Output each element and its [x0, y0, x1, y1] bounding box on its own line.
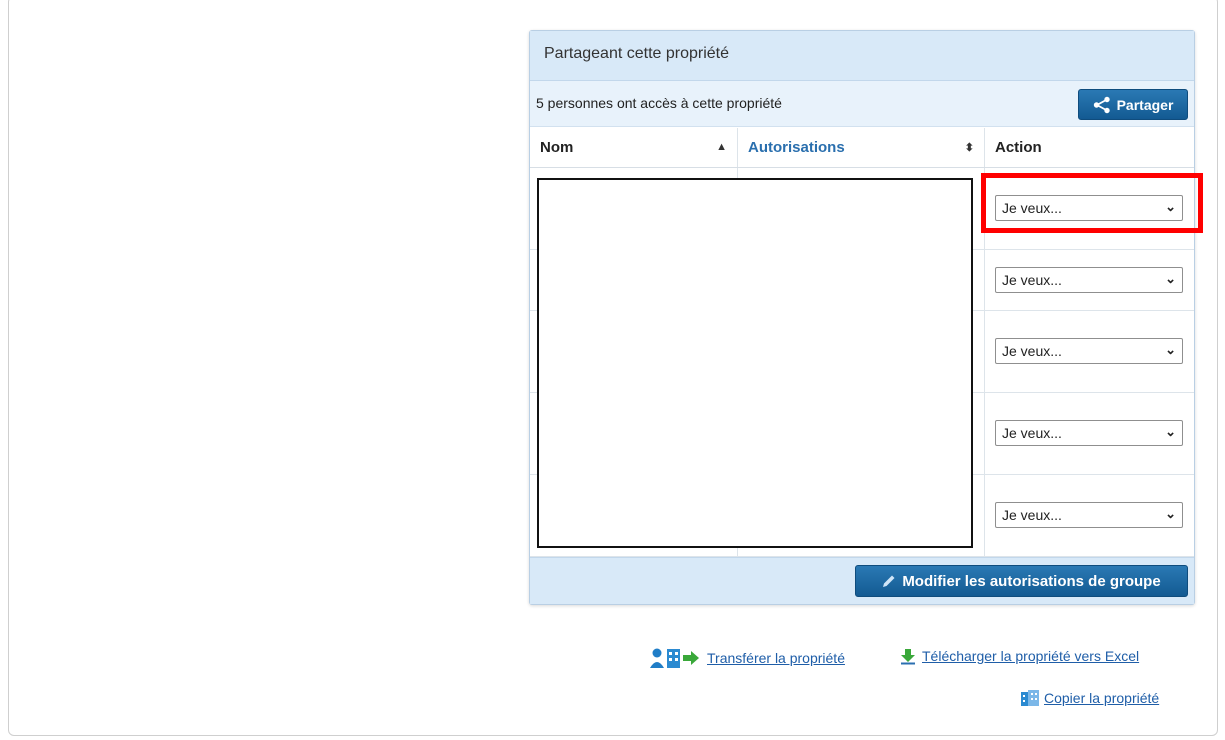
copy-property-link[interactable]: Copier la propriété: [1044, 690, 1159, 706]
sort-asc-icon: ▲: [716, 141, 727, 153]
action-dropdown-value: Je veux...: [1002, 272, 1062, 288]
share-button[interactable]: Partager: [1078, 89, 1188, 120]
action-dropdown-value: Je veux...: [1002, 343, 1062, 359]
redacted-area: [537, 178, 973, 548]
copy-icon: [1021, 690, 1039, 706]
access-count-text: 5 personnes ont accès à cette propriété: [536, 95, 782, 111]
action-dropdown[interactable]: Je veux... ⌄: [995, 502, 1183, 528]
download-icon: [901, 649, 915, 665]
column-action-label: Action: [995, 139, 1042, 156]
action-dropdown-value: Je veux...: [1002, 507, 1062, 523]
share-label: Partager: [1116, 96, 1174, 113]
action-dropdown-value: Je veux...: [1002, 425, 1062, 441]
transfer-property-link[interactable]: Transférer la propriété: [707, 650, 845, 666]
panel-title: Partageant cette propriété: [530, 31, 1194, 81]
highlight-box: [981, 173, 1203, 233]
table-header: Nom ▲ Autorisations ⬍ Action: [530, 128, 1194, 168]
column-name-header[interactable]: Nom ▲: [530, 128, 738, 167]
action-dropdown[interactable]: Je veux... ⌄: [995, 338, 1183, 364]
row-action-cell: Je veux... ⌄: [985, 311, 1194, 392]
row-action-cell: Je veux... ⌄: [985, 475, 1194, 556]
row-action-cell: Je veux... ⌄: [985, 250, 1194, 310]
chevron-down-icon: ⌄: [1165, 424, 1176, 439]
transfer-link-group[interactable]: Transférer la propriété: [649, 647, 845, 669]
access-info-bar: 5 personnes ont accès à cette propriété …: [530, 81, 1194, 127]
action-dropdown[interactable]: Je veux... ⌄: [995, 267, 1183, 293]
chevron-down-icon: ⌄: [1165, 506, 1176, 521]
copy-link-group[interactable]: Copier la propriété: [1020, 689, 1159, 707]
chevron-down-icon: ⌄: [1165, 342, 1176, 357]
modify-group-permissions-button[interactable]: Modifier les autorisations de groupe: [855, 565, 1188, 597]
column-permissions-header[interactable]: Autorisations ⬍: [738, 128, 985, 167]
download-excel-link[interactable]: Télécharger la propriété vers Excel: [922, 648, 1139, 664]
share-icon: [1093, 96, 1110, 113]
chevron-down-icon: ⌄: [1165, 271, 1176, 286]
column-permissions-label: Autorisations: [748, 139, 845, 156]
action-dropdown[interactable]: Je veux... ⌄: [995, 420, 1183, 446]
row-action-cell: Je veux... ⌄: [985, 393, 1194, 474]
transfer-icon: [650, 648, 699, 668]
column-name-label: Nom: [540, 139, 574, 156]
column-action-header: Action: [985, 128, 1194, 167]
sort-both-icon: ⬍: [964, 142, 974, 154]
panel-footer: Modifier les autorisations de groupe: [530, 557, 1194, 604]
download-link-group[interactable]: Télécharger la propriété vers Excel: [899, 647, 1139, 665]
pencil-icon: [883, 575, 895, 587]
modify-group-permissions-label: Modifier les autorisations de groupe: [902, 572, 1161, 590]
